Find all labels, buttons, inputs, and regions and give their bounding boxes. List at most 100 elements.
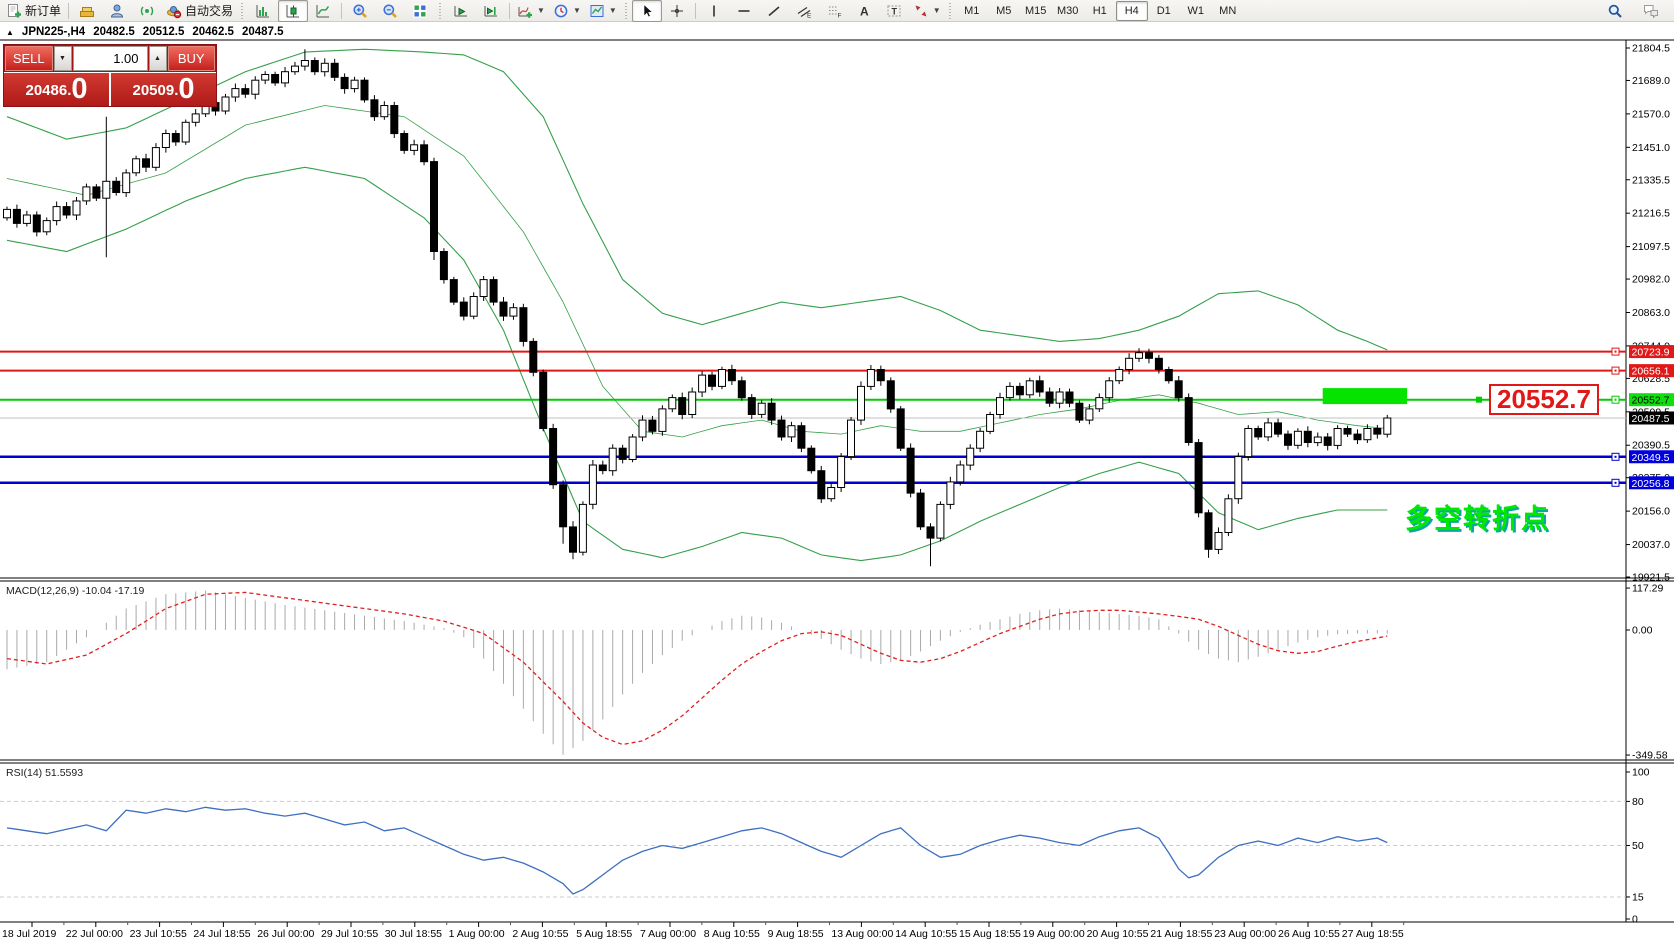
line-chart-button[interactable] bbox=[308, 0, 338, 22]
mt4-application: 新订单自动交易▼▼▼EFAT▼M1M5M15M30H1H4D1W1MN 2180… bbox=[0, 0, 1674, 945]
navigator-button[interactable] bbox=[132, 0, 162, 22]
svg-text:29 Jul 10:55: 29 Jul 10:55 bbox=[321, 928, 378, 940]
timeframe-h1[interactable]: H1 bbox=[1084, 1, 1116, 21]
doc-plus-icon bbox=[6, 3, 22, 19]
cursor-icon bbox=[639, 3, 655, 19]
svg-text:F: F bbox=[837, 12, 841, 19]
timeframe-m30[interactable]: M30 bbox=[1052, 1, 1084, 21]
svg-text:117.29: 117.29 bbox=[1632, 583, 1663, 595]
svg-text:21 Aug 18:55: 21 Aug 18:55 bbox=[1150, 928, 1212, 940]
search-button[interactable] bbox=[1600, 0, 1630, 22]
price-badge: 20256.8 bbox=[1629, 476, 1674, 490]
svg-text:20656.1: 20656.1 bbox=[1632, 366, 1670, 378]
svg-text:21216.5: 21216.5 bbox=[1632, 208, 1670, 220]
toolbar-grip bbox=[240, 3, 245, 19]
svg-text:23 Aug 00:00: 23 Aug 00:00 bbox=[1214, 928, 1276, 940]
zoom-in-button[interactable] bbox=[345, 0, 375, 22]
sell-button[interactable]: SELL bbox=[5, 46, 53, 71]
ea-icon bbox=[166, 3, 182, 19]
quote-bar: ▲ JPN225-,H4 20482.5 20512.5 20462.5 204… bbox=[6, 26, 284, 38]
rsi-line bbox=[7, 807, 1387, 894]
time-axis: 18 Jul 201922 Jul 00:0023 Jul 10:5524 Ju… bbox=[2, 922, 1404, 940]
line-handle[interactable] bbox=[1476, 397, 1482, 403]
buy-price-small: 20509. bbox=[132, 78, 178, 104]
channel-button[interactable]: E bbox=[789, 0, 819, 22]
timeframe-m15[interactable]: M15 bbox=[1020, 1, 1052, 21]
svg-text:20863.0: 20863.0 bbox=[1632, 307, 1670, 319]
buy-button[interactable]: BUY bbox=[168, 46, 216, 71]
sonar-icon bbox=[139, 3, 155, 19]
timeframe-w1[interactable]: W1 bbox=[1180, 1, 1212, 21]
timeframe-m5[interactable]: M5 bbox=[988, 1, 1020, 21]
collapse-arrow-icon[interactable]: ▲ bbox=[6, 28, 14, 37]
trendline-button[interactable] bbox=[759, 0, 789, 22]
volume-decrease-button[interactable]: ▼ bbox=[54, 46, 72, 71]
green-highlight-box[interactable] bbox=[1323, 388, 1407, 404]
cursor-button[interactable] bbox=[632, 0, 662, 22]
svg-text:A: A bbox=[860, 4, 869, 18]
price-annotation-label[interactable]: 20552.7 bbox=[1489, 384, 1599, 415]
price-axis: 21804.521689.021570.021451.021335.521216… bbox=[1626, 43, 1670, 584]
svg-text:26 Aug 10:55: 26 Aug 10:55 bbox=[1278, 928, 1340, 940]
chart-shift-button[interactable] bbox=[476, 0, 506, 22]
horizontal-line[interactable] bbox=[0, 367, 1626, 374]
svg-text:7 Aug 00:00: 7 Aug 00:00 bbox=[640, 928, 696, 940]
auto-scroll-button[interactable] bbox=[446, 0, 476, 22]
svg-text:20156.0: 20156.0 bbox=[1632, 506, 1670, 518]
timeframe-mn[interactable]: MN bbox=[1212, 1, 1244, 21]
svg-text:21570.0: 21570.0 bbox=[1632, 108, 1670, 120]
price-badge: 20349.5 bbox=[1629, 450, 1674, 464]
arrows-button[interactable]: ▼ bbox=[909, 0, 945, 22]
trend-icon bbox=[766, 3, 782, 19]
svg-text:T: T bbox=[891, 6, 897, 16]
new-order-button[interactable]: 新订单 bbox=[2, 0, 65, 22]
volume-input[interactable]: 1.00 bbox=[73, 46, 148, 71]
periods-button[interactable]: ▼ bbox=[549, 0, 585, 22]
chart-area[interactable]: 21804.521689.021570.021451.021335.521216… bbox=[0, 0, 1674, 945]
svg-text:21097.5: 21097.5 bbox=[1632, 241, 1670, 253]
candle-chart-button[interactable] bbox=[278, 0, 308, 22]
bar-chart-button[interactable] bbox=[248, 0, 278, 22]
svg-text:50: 50 bbox=[1632, 840, 1644, 852]
svg-text:E: E bbox=[807, 12, 812, 19]
zoom-out-button[interactable] bbox=[375, 0, 405, 22]
macd-signal-line bbox=[7, 592, 1387, 744]
svg-text:20487.5: 20487.5 bbox=[1632, 413, 1670, 425]
timeframe-h4[interactable]: H4 bbox=[1116, 1, 1148, 21]
arrows-icon bbox=[913, 3, 929, 19]
sell-price[interactable]: 20486.0 bbox=[4, 73, 109, 106]
toolbar: 新订单自动交易▼▼▼EFAT▼M1M5M15M30H1H4D1W1MN bbox=[0, 0, 1674, 22]
horizontal-line-button[interactable] bbox=[729, 0, 759, 22]
templates-button[interactable]: ▼ bbox=[585, 0, 621, 22]
clock-icon bbox=[553, 3, 569, 19]
chevron-down-icon: ▼ bbox=[537, 6, 545, 15]
svg-text:24 Jul 18:55: 24 Jul 18:55 bbox=[193, 928, 250, 940]
indicators-icon bbox=[517, 3, 533, 19]
volume-increase-button[interactable]: ▲ bbox=[149, 46, 167, 71]
horizontal-line[interactable] bbox=[0, 479, 1626, 486]
data-window-button[interactable] bbox=[102, 0, 132, 22]
horizontal-line[interactable] bbox=[0, 348, 1626, 355]
fibonacci-button[interactable]: F bbox=[819, 0, 849, 22]
buy-price[interactable]: 20509.0 bbox=[111, 73, 216, 106]
tile-windows-button[interactable] bbox=[405, 0, 435, 22]
vertical-line-button[interactable] bbox=[699, 0, 729, 22]
vline-icon bbox=[706, 3, 722, 19]
auto-trading-button[interactable]: 自动交易 bbox=[162, 0, 237, 22]
svg-text:15 Aug 18:55: 15 Aug 18:55 bbox=[959, 928, 1021, 940]
crosshair-button[interactable] bbox=[662, 0, 692, 22]
market-watch-button[interactable] bbox=[72, 0, 102, 22]
timeframe-d1[interactable]: D1 bbox=[1148, 1, 1180, 21]
svg-text:21804.5: 21804.5 bbox=[1632, 43, 1670, 55]
timeframe-m1[interactable]: M1 bbox=[956, 1, 988, 21]
hline-icon bbox=[736, 3, 752, 19]
bars-icon bbox=[255, 3, 271, 19]
chat-button[interactable] bbox=[1636, 0, 1666, 22]
indicators-button[interactable]: ▼ bbox=[513, 0, 549, 22]
label-button[interactable]: T bbox=[879, 0, 909, 22]
toolbar-grip bbox=[624, 3, 629, 19]
chinese-annotation-text[interactable]: 多空转折点 bbox=[1405, 497, 1550, 536]
crosshair-icon bbox=[669, 3, 685, 19]
text-button[interactable]: A bbox=[849, 0, 879, 22]
sell-price-small: 20486. bbox=[25, 78, 71, 104]
